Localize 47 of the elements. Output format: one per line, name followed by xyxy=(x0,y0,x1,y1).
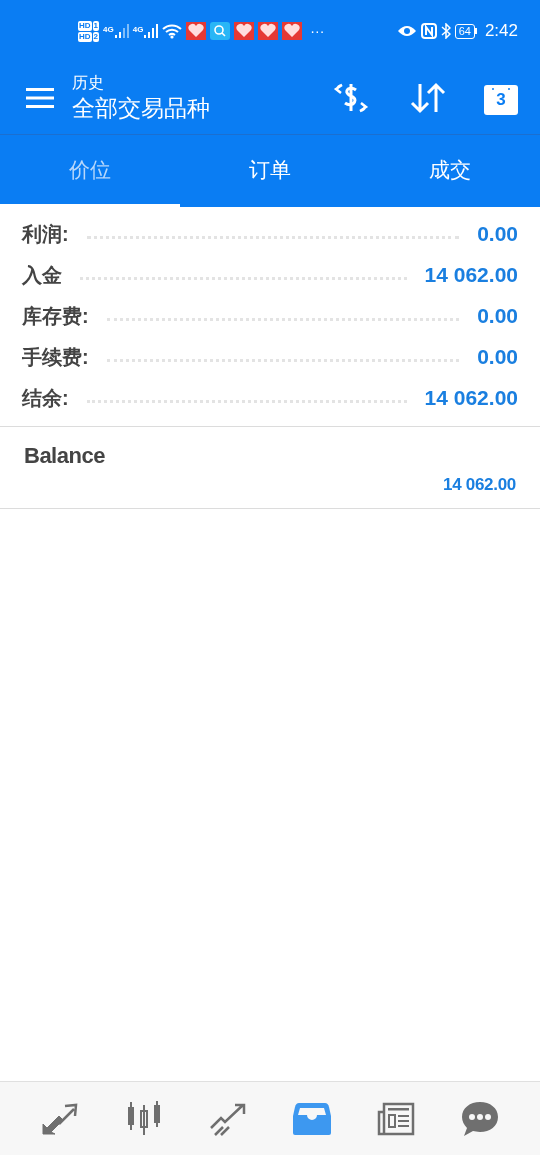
diagonal-arrows-icon xyxy=(41,1101,79,1136)
summary-value: 14 062.00 xyxy=(424,261,518,288)
deal-type: Balance xyxy=(24,442,106,470)
sort-arrows-icon[interactable] xyxy=(410,82,446,114)
inbox-tray-icon xyxy=(293,1101,331,1136)
newspaper-icon xyxy=(377,1101,415,1136)
heart-app-icon xyxy=(258,22,279,40)
tab[interactable]: 订单 xyxy=(180,135,360,207)
summary-label: 库存费: xyxy=(22,303,89,329)
deal-amount: 14 062.00 xyxy=(443,474,516,496)
heart-app-icon xyxy=(234,22,255,40)
summary-label: 利润: xyxy=(22,221,69,247)
candlestick-icon xyxy=(125,1100,163,1137)
more-notifications: ··· xyxy=(310,21,325,41)
bluetooth-icon xyxy=(440,23,451,39)
currency-exchange-icon[interactable] xyxy=(332,81,370,115)
chat-bubble-icon xyxy=(461,1100,499,1137)
summary-value: 14 062.00 xyxy=(424,384,518,411)
nfc-icon xyxy=(420,23,437,39)
wifi-icon xyxy=(162,23,183,39)
summary-label: 手续费: xyxy=(22,344,89,370)
calendar-button[interactable]: 3 xyxy=(484,85,518,115)
search-app-icon xyxy=(210,22,231,40)
hd-label: HD xyxy=(78,20,92,31)
summary-label: 结余: xyxy=(22,385,69,411)
header-title: 全部交易品种 xyxy=(72,94,210,123)
summary-value: 0.00 xyxy=(477,343,518,370)
battery-level: 64 xyxy=(454,23,475,39)
heart-app-icon xyxy=(186,22,207,40)
sim-slot-label: 2 xyxy=(92,31,99,42)
signal-icon xyxy=(114,24,129,38)
network-type-label: 4G xyxy=(132,24,144,36)
summary-value: 0.00 xyxy=(477,220,518,247)
header-subtitle: 历史 xyxy=(72,73,105,93)
trend-line-icon xyxy=(209,1101,247,1136)
sim-slot-label: 1 xyxy=(92,20,99,31)
clock-time: 2:42 xyxy=(484,20,518,43)
summary-value: 0.00 xyxy=(477,302,518,329)
summary-label: 入金 xyxy=(22,262,62,288)
tab[interactable]: 价位 xyxy=(0,135,180,207)
menu-icon[interactable] xyxy=(26,87,56,109)
eye-icon xyxy=(396,25,417,37)
signal-icon xyxy=(144,24,159,38)
tab[interactable]: 成交 xyxy=(360,135,540,207)
heart-app-icon xyxy=(282,22,303,40)
network-type-label: 4G xyxy=(103,24,114,36)
hd-label: HD xyxy=(78,31,92,42)
